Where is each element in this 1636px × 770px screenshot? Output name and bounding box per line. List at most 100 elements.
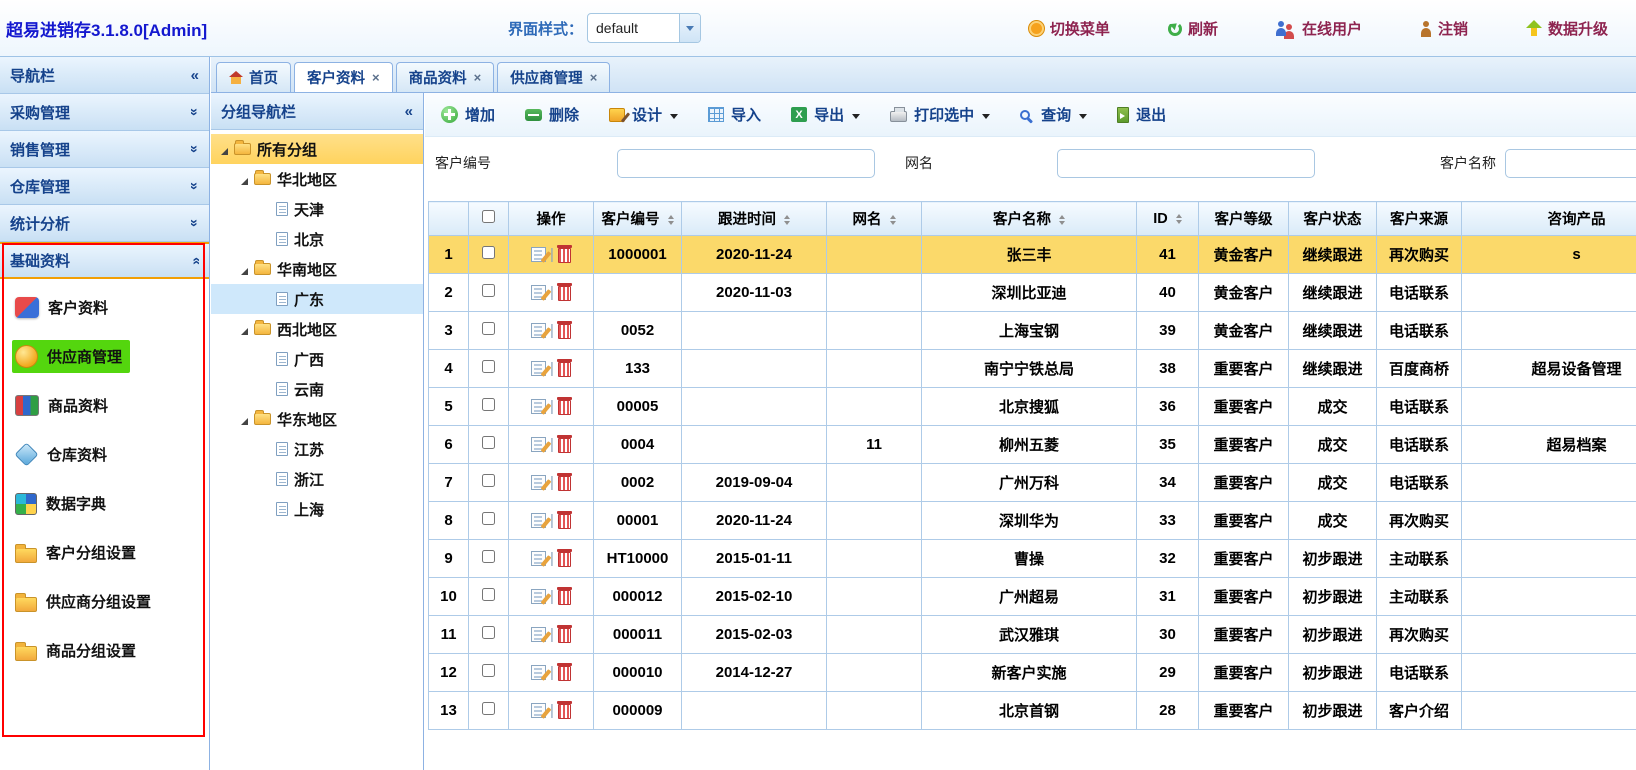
- sidebar-item[interactable]: 商品分组设置: [0, 626, 209, 675]
- expander-icon[interactable]: [237, 174, 248, 185]
- table-row[interactable]: 7 0002 2019-09-04 广州万科 34 重要客户 成交 电话联系: [429, 464, 1636, 502]
- tree-node[interactable]: 华东地区: [211, 404, 423, 434]
- tree-node[interactable]: 上海: [211, 494, 423, 524]
- edit-icon[interactable]: [531, 703, 546, 718]
- sidebar-item[interactable]: 商品资料: [0, 381, 209, 430]
- top-action-button[interactable]: 切换菜单: [1029, 18, 1110, 39]
- row-checkbox[interactable]: [482, 284, 495, 297]
- toolbar-button[interactable]: 删除: [525, 104, 579, 125]
- delete-icon[interactable]: [558, 552, 571, 567]
- edit-icon[interactable]: [531, 323, 546, 338]
- row-checkbox[interactable]: [482, 360, 495, 373]
- collapse-left-icon[interactable]: [405, 103, 413, 120]
- group-nav-header[interactable]: 分组导航栏: [211, 93, 423, 130]
- table-row[interactable]: 5 00005 北京搜狐 36 重要客户 成交 电话联系: [429, 388, 1636, 426]
- expander-icon[interactable]: [259, 294, 270, 305]
- delete-icon[interactable]: [558, 704, 571, 719]
- edit-icon[interactable]: [531, 513, 546, 528]
- expander-icon[interactable]: [237, 324, 248, 335]
- sidebar-item[interactable]: 客户分组设置: [0, 528, 209, 577]
- table-row[interactable]: 4 133 南宁宁铁总局 38 重要客户 继续跟进 百度商桥 超易设备管理: [429, 350, 1636, 388]
- sidebar-header[interactable]: 导航栏: [0, 57, 209, 94]
- sidebar-section[interactable]: 采购管理: [0, 94, 209, 131]
- tab[interactable]: 首页: [216, 62, 291, 92]
- table-row[interactable]: 6 0004 11 柳州五菱 35 重要客户 成交 电话联系 超易档案: [429, 426, 1636, 464]
- tree-node[interactable]: 华北地区: [211, 164, 423, 194]
- edit-icon[interactable]: [531, 437, 546, 452]
- tree-node[interactable]: 所有分组: [211, 134, 423, 164]
- table-row[interactable]: 1 1000001 2020-11-24 张三丰 41 黄金客户 继续跟进 再次…: [429, 236, 1636, 274]
- sidebar-section[interactable]: 统计分析: [0, 205, 209, 242]
- table-row[interactable]: 2 2020-11-03 深圳比亚迪 40 黄金客户 继续跟进 电话联系: [429, 274, 1636, 312]
- expander-icon[interactable]: [217, 144, 228, 155]
- tree-node[interactable]: 北京: [211, 224, 423, 254]
- edit-icon[interactable]: [531, 399, 546, 414]
- edit-icon[interactable]: [531, 475, 546, 490]
- close-icon[interactable]: [372, 71, 380, 84]
- toolbar-button[interactable]: 导入: [708, 104, 761, 125]
- tree-node[interactable]: 西北地区: [211, 314, 423, 344]
- delete-icon[interactable]: [558, 628, 571, 643]
- delete-icon[interactable]: [558, 476, 571, 491]
- toolbar-button[interactable]: 设计: [609, 104, 678, 125]
- expander-icon[interactable]: [259, 504, 270, 515]
- customer-name-input[interactable]: [1505, 149, 1636, 178]
- row-checkbox[interactable]: [482, 512, 495, 525]
- row-checkbox[interactable]: [482, 398, 495, 411]
- sidebar-section[interactable]: 仓库管理: [0, 168, 209, 205]
- expander-icon[interactable]: [259, 234, 270, 245]
- tab[interactable]: 供应商管理: [497, 62, 610, 92]
- sidebar-item[interactable]: 供应商分组设置: [0, 577, 209, 626]
- sidebar-item[interactable]: 数据字典: [0, 479, 209, 528]
- table-row[interactable]: 10 000012 2015-02-10 广州超易 31 重要客户 初步跟进 主…: [429, 578, 1636, 616]
- tree-node[interactable]: 浙江: [211, 464, 423, 494]
- delete-icon[interactable]: [558, 438, 571, 453]
- column-header[interactable]: ID: [1137, 202, 1199, 236]
- row-checkbox[interactable]: [482, 322, 495, 335]
- column-header[interactable]: 客户编号: [594, 202, 682, 236]
- row-checkbox[interactable]: [482, 246, 495, 259]
- row-checkbox[interactable]: [482, 550, 495, 563]
- table-row[interactable]: 3 0052 上海宝钢 39 黄金客户 继续跟进 电话联系: [429, 312, 1636, 350]
- tree-node[interactable]: 云南: [211, 374, 423, 404]
- toolbar-button[interactable]: 退出: [1117, 104, 1166, 125]
- row-checkbox[interactable]: [482, 702, 495, 715]
- edit-icon[interactable]: [531, 589, 546, 604]
- column-header[interactable]: [469, 202, 509, 236]
- edit-icon[interactable]: [531, 285, 546, 300]
- edit-icon[interactable]: [531, 627, 546, 642]
- toolbar-button[interactable]: 打印选中: [890, 104, 990, 125]
- tab[interactable]: 客户资料: [294, 62, 393, 92]
- edit-icon[interactable]: [531, 551, 546, 566]
- toolbar-button[interactable]: 增加: [441, 104, 495, 125]
- toolbar-button[interactable]: 导出: [791, 104, 860, 125]
- table-row[interactable]: 13 000009 北京首钢 28 重要客户 初步跟进 客户介绍: [429, 692, 1636, 730]
- expander-icon[interactable]: [237, 414, 248, 425]
- sidebar-item[interactable]: 供应商管理: [0, 332, 209, 381]
- expander-icon[interactable]: [237, 264, 248, 275]
- delete-icon[interactable]: [558, 362, 571, 377]
- ui-style-select[interactable]: default: [587, 13, 701, 43]
- sidebar-item[interactable]: 仓库资料: [0, 430, 209, 479]
- select-all-checkbox[interactable]: [482, 210, 495, 223]
- top-action-button[interactable]: 注销: [1420, 18, 1468, 39]
- edit-icon[interactable]: [531, 361, 546, 376]
- tree-node[interactable]: 天津: [211, 194, 423, 224]
- column-header[interactable]: 客户状态: [1289, 202, 1377, 236]
- delete-icon[interactable]: [558, 590, 571, 605]
- tree-node[interactable]: 广东: [211, 284, 423, 314]
- column-header[interactable]: 网名: [827, 202, 922, 236]
- top-action-button[interactable]: 在线用户: [1276, 18, 1362, 39]
- expander-icon[interactable]: [259, 354, 270, 365]
- table-row[interactable]: 12 000010 2014-12-27 新客户实施 29 重要客户 初步跟进 …: [429, 654, 1636, 692]
- row-checkbox[interactable]: [482, 626, 495, 639]
- top-action-button[interactable]: 数据升级: [1526, 18, 1608, 39]
- column-header[interactable]: 客户来源: [1377, 202, 1462, 236]
- table-row[interactable]: 11 000011 2015-02-03 武汉雅琪 30 重要客户 初步跟进 再…: [429, 616, 1636, 654]
- row-checkbox[interactable]: [482, 436, 495, 449]
- edit-icon[interactable]: [531, 665, 546, 680]
- tree-node[interactable]: 华南地区: [211, 254, 423, 284]
- column-header[interactable]: 操作: [509, 202, 594, 236]
- row-checkbox[interactable]: [482, 588, 495, 601]
- delete-icon[interactable]: [558, 666, 571, 681]
